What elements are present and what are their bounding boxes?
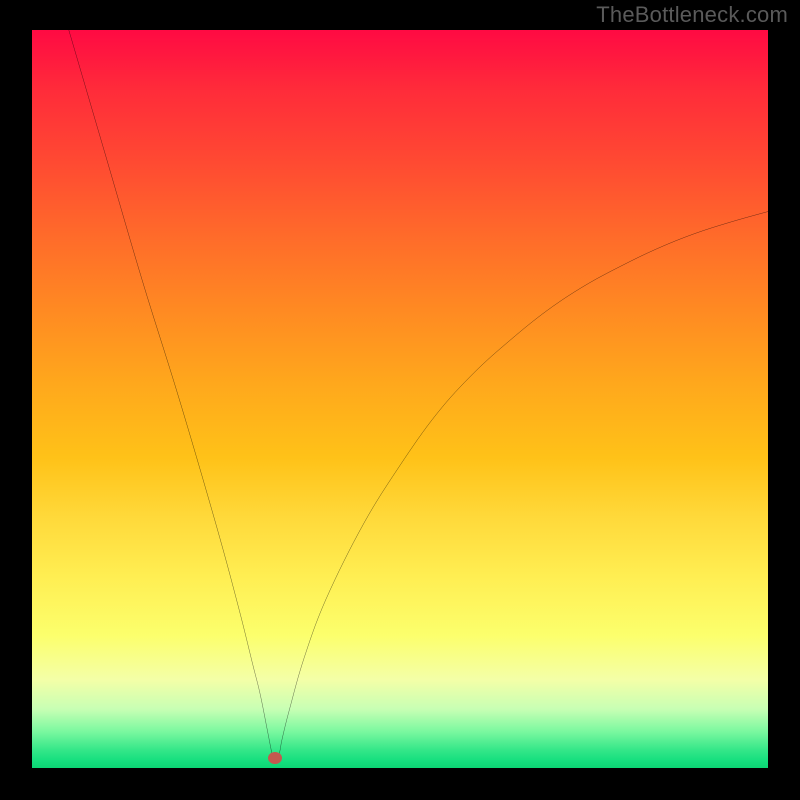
optimum-marker <box>268 752 282 764</box>
bottleneck-curve-path <box>69 30 768 762</box>
watermark-text: TheBottleneck.com <box>596 2 788 28</box>
chart-frame: TheBottleneck.com <box>0 0 800 800</box>
bottleneck-curve-svg <box>32 30 768 768</box>
